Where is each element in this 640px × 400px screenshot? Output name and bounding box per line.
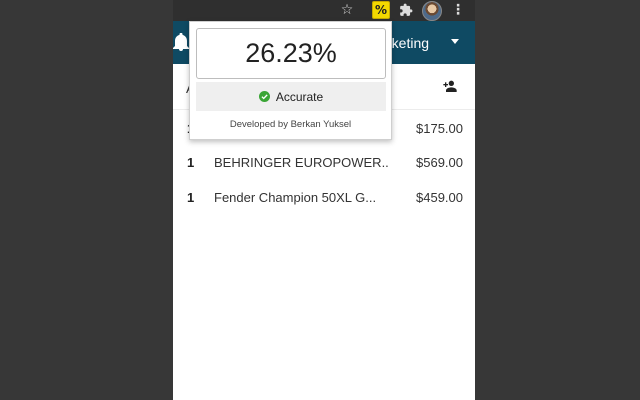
item-price: $175.00 bbox=[416, 121, 463, 136]
extension-popup: 26.23% Accurate Developed by Berkan Yuks… bbox=[189, 21, 392, 140]
list-item[interactable]: 1 BEHRINGER EUROPOWER... $569.00 bbox=[173, 145, 475, 179]
kebab-menu-icon[interactable]: ⋮ bbox=[451, 2, 465, 18]
item-quantity: 1 bbox=[187, 190, 195, 205]
header-title: rketing bbox=[387, 35, 430, 51]
browser-toolbar: ☆ % ⋮ bbox=[173, 0, 475, 21]
check-circle-icon bbox=[258, 91, 270, 102]
percent-extension-icon[interactable]: % bbox=[372, 1, 390, 19]
list-item[interactable]: 1 Fender Champion 50XL G... $459.00 bbox=[173, 180, 475, 214]
item-name: Fender Champion 50XL G... bbox=[214, 190, 377, 205]
star-icon[interactable]: ☆ bbox=[339, 2, 355, 18]
item-name: BEHRINGER EUROPOWER... bbox=[214, 155, 389, 170]
accuracy-score: 26.23% bbox=[196, 28, 386, 79]
add-user-icon[interactable] bbox=[442, 79, 458, 93]
status-label: Accurate bbox=[275, 89, 324, 104]
item-quantity: 1 bbox=[187, 155, 195, 170]
status-badge: Accurate bbox=[196, 82, 386, 111]
item-price: $459.00 bbox=[416, 190, 463, 205]
chevron-down-icon[interactable] bbox=[451, 39, 459, 44]
item-price: $569.00 bbox=[416, 155, 463, 170]
developer-credit: Developed by Berkan Yuksel bbox=[229, 119, 352, 130]
bell-icon[interactable] bbox=[173, 33, 189, 51]
avatar[interactable] bbox=[422, 1, 442, 21]
puzzle-icon[interactable] bbox=[398, 2, 414, 18]
